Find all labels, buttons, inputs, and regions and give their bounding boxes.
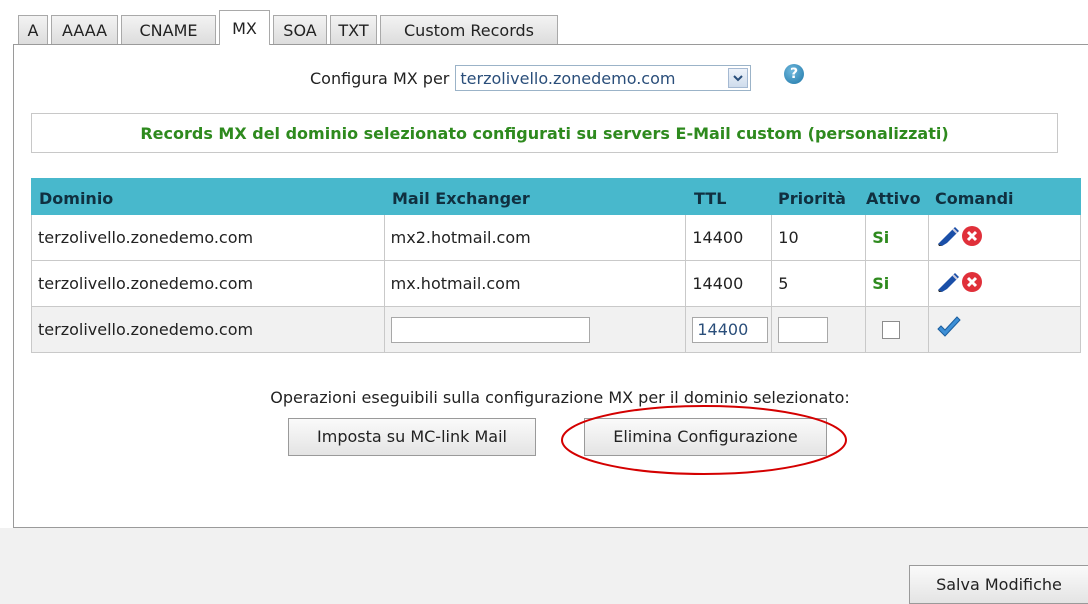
cell-domain: terzolivello.zonedemo.com [32,307,385,352]
delete-configuration-button[interactable]: Elimina Configurazione [584,418,827,456]
cell-priority: 10 [772,215,867,260]
cell-commands [929,307,1080,352]
cell-ttl: 14400 [686,261,773,306]
tab-soa[interactable]: SOA [273,15,327,45]
cell-exchanger: mx.hotmail.com [385,261,687,306]
info-message-text: Records MX del dominio selezionato confi… [140,123,949,143]
domain-select[interactable]: terzolivello.zonedemo.com [455,65,752,91]
header-active: Attivo [866,189,921,208]
edit-icon[interactable] [935,225,961,251]
table-row: terzolivello.zonedemo.com mx2.hotmail.co… [31,215,1081,261]
cell-active [866,307,930,352]
edit-icon[interactable] [935,271,961,297]
config-label: Configura MX per [310,68,450,88]
set-mclink-mail-button[interactable]: Imposta su MC-link Mail [288,418,536,456]
table-row: terzolivello.zonedemo.com mx.hotmail.com… [31,261,1081,307]
cell-commands [929,215,1080,260]
save-changes-button[interactable]: Salva Modifiche [909,565,1088,604]
table-header: Dominio Mail Exchanger TTL Priorità Atti… [31,178,1081,215]
exchanger-input[interactable] [390,316,590,343]
tab-mx[interactable]: MX [219,10,270,45]
ttl-input[interactable]: 14400 [692,316,769,343]
active-status: Si [872,274,890,293]
tab-txt[interactable]: TXT [330,15,377,45]
active-checkbox[interactable] [882,320,901,339]
tab-a[interactable]: A [18,15,48,45]
header-domain: Dominio [39,189,114,208]
mx-records-table: Dominio Mail Exchanger TTL Priorità Atti… [31,178,1081,353]
cell-domain: terzolivello.zonedemo.com [32,215,385,260]
chevron-down-icon[interactable] [728,68,749,88]
new-record-row: terzolivello.zonedemo.com 14400 [31,307,1081,353]
cell-ttl: 14400 [686,307,773,352]
header-priority: Priorità [778,189,846,208]
tab-cname[interactable]: CNAME [121,15,216,45]
tab-aaaa[interactable]: AAAA [51,15,118,45]
tab-custom-records[interactable]: Custom Records [380,15,558,45]
cell-domain: terzolivello.zonedemo.com [32,261,385,306]
cell-exchanger [385,307,687,352]
info-message: Records MX del dominio selezionato confi… [31,113,1058,153]
cell-priority [772,307,867,352]
confirm-check-icon[interactable] [935,315,963,344]
config-row: Configura MX per terzolivello.zonedemo.c… [310,63,752,93]
header-commands: Comandi [935,189,1014,208]
domain-select-value: terzolivello.zonedemo.com [460,68,676,88]
cell-commands [929,261,1080,306]
cell-exchanger: mx2.hotmail.com [385,215,687,260]
cell-active: Si [866,215,930,260]
delete-icon[interactable] [961,225,983,251]
help-icon[interactable]: ? [784,64,804,84]
header-ttl: TTL [694,189,727,208]
delete-icon[interactable] [961,271,983,297]
active-status: Si [872,228,890,247]
cell-priority: 5 [772,261,867,306]
cell-ttl: 14400 [686,215,773,260]
record-type-tabs: A AAAA CNAME MX SOA TXT Custom Records [18,10,561,45]
operations-text: Operazioni eseguibili sulla configurazio… [270,388,850,407]
cell-active: Si [866,261,930,306]
priority-input[interactable] [778,316,829,343]
header-exchanger: Mail Exchanger [392,189,530,208]
